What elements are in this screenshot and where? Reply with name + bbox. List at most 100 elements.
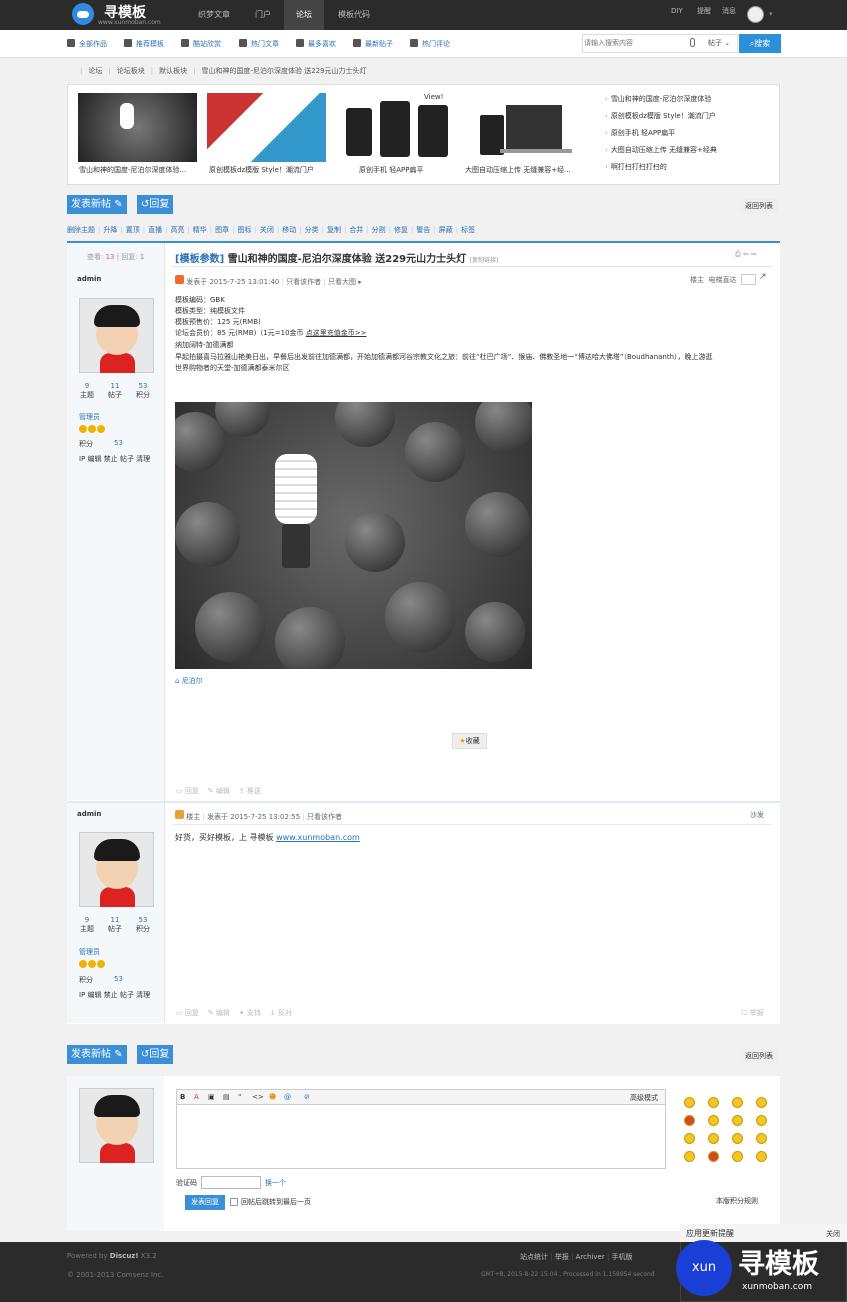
post2-support-action[interactable]: ✦ 支持 [239, 1009, 261, 1017]
mod-bump[interactable]: 升降 [103, 226, 122, 234]
new-post-button[interactable]: 发表新帖 ✎ [67, 195, 127, 214]
post1-edit-action[interactable]: ✎ 编辑 [208, 787, 230, 795]
slider-side-link[interactable]: 雪山和神的国度-尼泊尔深度体验 [605, 94, 712, 104]
mod-copy[interactable]: 复制 [327, 226, 346, 234]
post2-avatar[interactable] [79, 832, 154, 907]
post1-reply-action[interactable]: ▭ 回复 [176, 787, 199, 795]
slide-caption[interactable]: 大图自动压缩上传 无缝兼容+经... [465, 165, 571, 175]
search-input[interactable] [584, 35, 684, 51]
post2-stat-threads[interactable]: 9 主题 [72, 916, 102, 934]
mod-sticky[interactable]: 置顶 [126, 226, 145, 234]
subnav-cool-sites[interactable]: 酷站欣赏 [181, 38, 221, 50]
nav-tab-dede-articles[interactable]: 织梦文章 [190, 0, 238, 30]
mod-split[interactable]: 分割 [372, 226, 391, 234]
subnav-most-liked[interactable]: 最多喜欢 [296, 38, 336, 50]
angry-icon[interactable] [684, 1115, 695, 1126]
search-scope-select[interactable]: 帖子 ⌄ [708, 38, 730, 48]
quote-icon[interactable]: “ [238, 1093, 242, 1101]
copy-link[interactable]: [复制链接] [470, 257, 499, 264]
footer-stats-link[interactable]: 站点统计 [520, 1253, 548, 1261]
smiley-icon[interactable] [684, 1133, 695, 1144]
message-link[interactable]: 消息 [722, 0, 736, 30]
table-icon[interactable]: ▤ [223, 1093, 230, 1101]
post-image-bulbs[interactable] [175, 402, 532, 669]
submit-reply-button[interactable]: 发表回复 [185, 1195, 225, 1210]
post2-stat-credits[interactable]: 53 积分 [128, 916, 158, 934]
search-button[interactable]: ⌕搜索 [739, 34, 781, 53]
favorite-button[interactable]: ★收藏 [452, 733, 487, 749]
print-icon[interactable]: ⎙ [735, 250, 741, 258]
mod-category[interactable]: 分类 [305, 226, 324, 234]
slide-caption[interactable]: 雪山和神的国度-尼泊尔深度体验... [79, 165, 186, 175]
mod-live[interactable]: 直播 [148, 226, 167, 234]
smiley-icon[interactable] [732, 1133, 743, 1144]
post2-stat-posts[interactable]: 11 帖子 [100, 916, 130, 934]
mod-move[interactable]: 移动 [282, 226, 301, 234]
smiley-icon[interactable] [756, 1151, 767, 1162]
post2-edit-action[interactable]: ✎ 编辑 [208, 1009, 230, 1017]
mod-tag[interactable]: 标签 [461, 226, 478, 234]
nav-tab-portal[interactable]: 门户 [245, 0, 281, 30]
post2-admin-links[interactable]: IP 编辑 禁止 帖子 清理 [79, 990, 150, 1000]
post1-author[interactable]: admin [77, 275, 101, 283]
diy-link[interactable]: DIY [671, 0, 683, 30]
discuz-link[interactable]: Discuz! [110, 1252, 139, 1260]
reply-button[interactable]: ↺回复 [137, 195, 174, 214]
slide-caption[interactable]: 原创模板dz模版 Style！潮流门户 [209, 165, 314, 175]
microphone-icon[interactable] [690, 38, 695, 47]
reply-textarea[interactable] [176, 1104, 666, 1169]
subnav-hot-comments[interactable]: 热门评论 [410, 38, 450, 50]
slide-thumb-devices[interactable] [468, 93, 587, 162]
bold-icon[interactable]: B [180, 1093, 185, 1101]
post2-oppose-action[interactable]: ↓ 反对 [270, 1009, 292, 1017]
post1-stat-posts[interactable]: 11 帖子 [100, 382, 130, 400]
post1-usergroup[interactable]: 管理员 [79, 412, 100, 422]
mod-highlight[interactable]: 高亮 [170, 226, 189, 234]
nav-tab-template-code[interactable]: 模板代码 [330, 0, 378, 30]
subnav-hot-articles[interactable]: 热门文章 [239, 38, 279, 50]
slider-side-link[interactable]: 大图自动压缩上传 无缝兼容+经典 [605, 145, 717, 155]
captcha-refresh-link[interactable]: 换一个 [265, 1178, 286, 1188]
footer-report-link[interactable]: 举报 [555, 1253, 569, 1261]
code-icon[interactable]: <> [252, 1093, 264, 1101]
smiley-icon[interactable] [708, 1115, 719, 1126]
post1-admin-links[interactable]: IP 编辑 禁止 帖子 清理 [79, 454, 150, 464]
new-post-button-bottom[interactable]: 发表新帖 ✎ [67, 1045, 127, 1064]
jump-last-page-checkbox[interactable] [230, 1198, 238, 1206]
smiley-icon[interactable] [684, 1151, 695, 1162]
report-action[interactable]: ☐ 举报 [741, 1008, 764, 1018]
slide-thumb-bulbs[interactable] [78, 93, 197, 162]
jump-arrow-icon[interactable]: ↗ [759, 272, 767, 282]
post1-stat-threads[interactable]: 9 主题 [72, 382, 102, 400]
back-to-list-button[interactable]: 返回列表 [740, 199, 778, 213]
image-icon[interactable]: ▣ [208, 1093, 215, 1101]
current-user-avatar[interactable] [79, 1088, 154, 1163]
captcha-input[interactable] [201, 1176, 261, 1189]
popup-close-button[interactable]: 关闭 [826, 1229, 840, 1239]
user-avatar[interactable] [747, 6, 764, 23]
post1-avatar[interactable] [79, 298, 154, 373]
mod-warn[interactable]: 警告 [416, 226, 435, 234]
view-large-image-link[interactable]: 只看大图 [328, 278, 356, 286]
post2-author[interactable]: admin [77, 810, 101, 818]
post2-reply-action[interactable]: ▭ 回复 [176, 1009, 199, 1017]
only-author-link[interactable]: 只看该作者 [307, 813, 342, 821]
smiley-icon[interactable] [732, 1151, 743, 1162]
slider-side-link[interactable]: 啊打扫打扫打扫的 [605, 162, 667, 172]
breadcrumb-boards[interactable]: 论坛板块 [117, 67, 145, 75]
mod-stamp[interactable]: 图章 [215, 226, 234, 234]
post1-push-action[interactable]: ⇪ 推送 [239, 787, 261, 795]
reminder-link[interactable]: 提醒 [697, 0, 711, 30]
advanced-mode-link[interactable]: 高级模式 [630, 1093, 658, 1103]
smiley-icon[interactable] [756, 1133, 767, 1144]
next-icon[interactable]: ⇨ [751, 250, 757, 258]
attachment-icon[interactable]: ⊘ [304, 1093, 310, 1101]
recharge-link[interactable]: 点这里充值金币>> [306, 329, 367, 337]
floor-jump-input[interactable] [741, 274, 756, 285]
smiley-icon[interactable] [756, 1097, 767, 1108]
smiley-icon[interactable] [732, 1097, 743, 1108]
nav-tab-forum[interactable]: 论坛 [284, 0, 324, 30]
chevron-down-icon[interactable]: ▾ [769, 10, 773, 18]
post2-usergroup[interactable]: 管理员 [79, 947, 100, 957]
smiley-icon[interactable] [732, 1115, 743, 1126]
